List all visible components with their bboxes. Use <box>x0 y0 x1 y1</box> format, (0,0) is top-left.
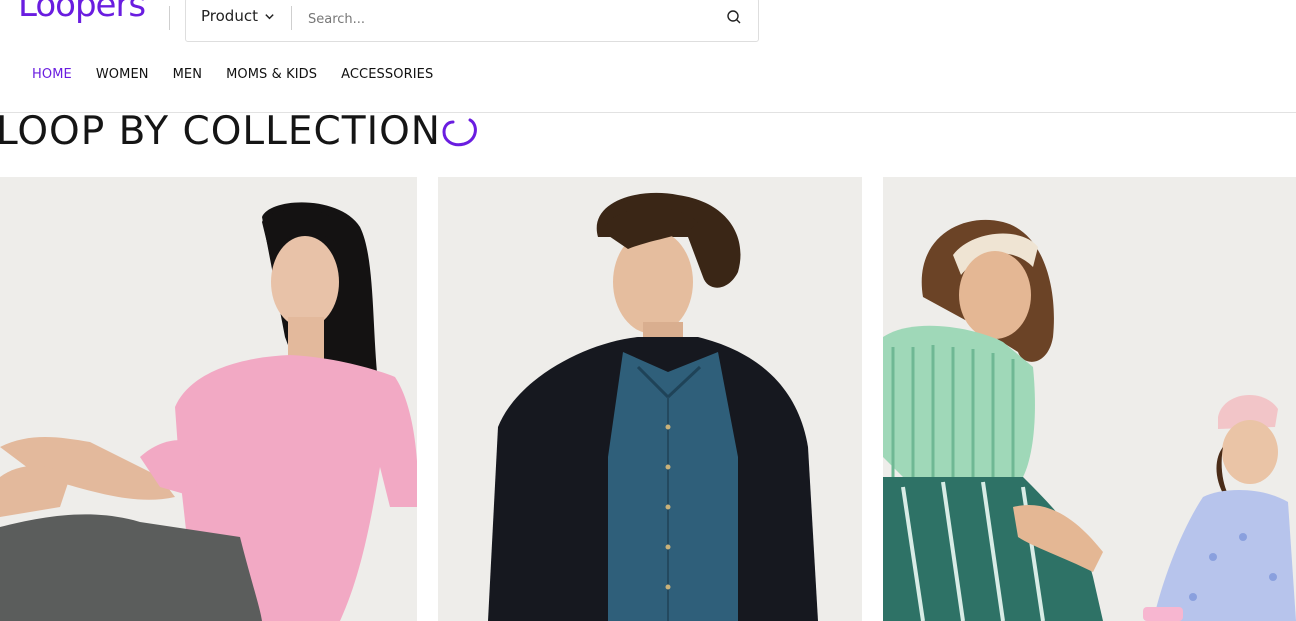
nav-men[interactable]: MEN <box>173 67 202 82</box>
photo-mom-and-child <box>883 177 1296 621</box>
brand-logo[interactable]: Loopers <box>18 0 146 22</box>
search-icon[interactable] <box>726 9 742 25</box>
chevron-down-icon <box>265 13 274 19</box>
photo-woman-pink-sweater <box>0 177 417 621</box>
loop-swirl-icon <box>442 118 477 147</box>
nav-accessories[interactable]: ACCESSORIES <box>341 67 433 82</box>
moms-kids-collection-card[interactable] <box>883 177 1296 621</box>
search-input[interactable] <box>306 3 710 35</box>
search-divider <box>291 6 292 30</box>
nav-moms-kids[interactable]: MOMS & KIDS <box>226 67 317 82</box>
product-category-dropdown[interactable]: Product <box>201 7 275 25</box>
nav-home[interactable]: HOME <box>32 67 72 82</box>
header-divider <box>169 6 170 30</box>
main-nav: HOME WOMEN MEN MOMS & KIDS ACCESSORIES <box>32 67 457 82</box>
photo-man-denim-jacket <box>438 177 862 621</box>
men-collection-card[interactable] <box>438 177 862 621</box>
section-title: LOOP BY COLLECTION <box>0 109 441 154</box>
nav-women[interactable]: WOMEN <box>96 67 149 82</box>
women-collection-card[interactable] <box>0 177 417 621</box>
product-category-label: Product <box>201 7 258 25</box>
search-bar: Product <box>185 0 759 42</box>
